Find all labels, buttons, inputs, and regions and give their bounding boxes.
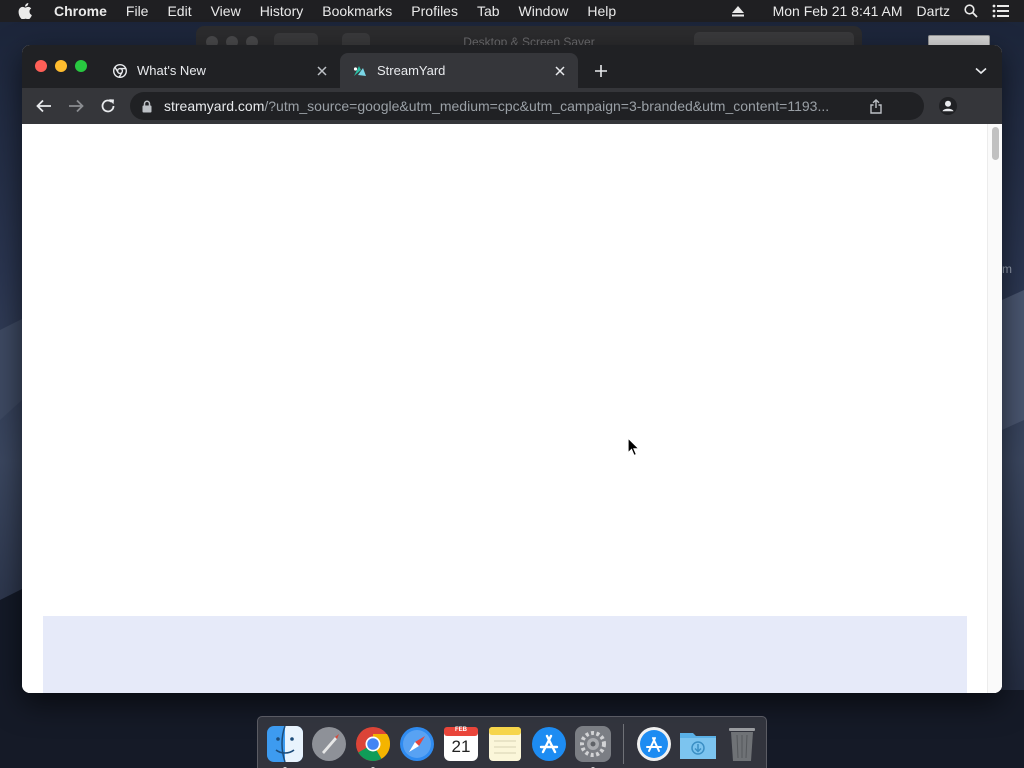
hero-section bbox=[43, 616, 967, 693]
tab-search-chevron-icon[interactable] bbox=[970, 60, 992, 82]
dock-app-store-download-icon[interactable] bbox=[634, 724, 674, 764]
dock-chrome-icon[interactable] bbox=[353, 724, 393, 768]
forward-button[interactable] bbox=[64, 94, 88, 118]
menu-bar-status: Mon Feb 21 8:41 AM Dartz bbox=[731, 0, 1024, 22]
menu-edit[interactable]: Edit bbox=[167, 3, 191, 19]
mouse-cursor-icon bbox=[627, 437, 641, 457]
browser-toolbar: streamyard.com/?utm_source=google&utm_me… bbox=[22, 88, 1002, 124]
tab-streamyard[interactable]: StreamYard bbox=[340, 53, 578, 88]
dock-trash-icon[interactable] bbox=[722, 724, 762, 764]
eject-icon[interactable] bbox=[731, 5, 745, 17]
menu-bar: Chrome File Edit View History Bookmarks … bbox=[0, 0, 1024, 22]
dock-safari-icon[interactable] bbox=[397, 724, 437, 764]
share-icon[interactable] bbox=[868, 98, 884, 114]
close-tab-icon[interactable] bbox=[314, 63, 330, 79]
menu-view[interactable]: View bbox=[211, 3, 241, 19]
calendar-month: FEB bbox=[455, 727, 467, 733]
control-center-icon[interactable] bbox=[992, 4, 1010, 18]
menu-user[interactable]: Dartz bbox=[917, 3, 950, 19]
menu-help[interactable]: Help bbox=[587, 3, 616, 19]
chrome-window: What's New StreamYard streamyard.com/?ut… bbox=[22, 45, 1002, 693]
menu-tab[interactable]: Tab bbox=[477, 3, 500, 19]
menu-bookmarks[interactable]: Bookmarks bbox=[322, 3, 392, 19]
address-bar[interactable]: streamyard.com/?utm_source=google&utm_me… bbox=[130, 92, 924, 120]
streamyard-icon bbox=[352, 63, 368, 79]
close-window-button[interactable] bbox=[35, 60, 47, 72]
tab-title: What's New bbox=[137, 63, 206, 78]
tab-strip: What's New StreamYard bbox=[22, 45, 1002, 88]
dock: FEB 21 bbox=[257, 716, 767, 768]
close-tab-icon[interactable] bbox=[552, 63, 568, 79]
menu-app-name[interactable]: Chrome bbox=[54, 3, 107, 19]
lock-icon[interactable] bbox=[142, 100, 156, 113]
dock-separator bbox=[623, 724, 624, 764]
dock-app-store-icon[interactable] bbox=[529, 724, 569, 764]
dock-notes-icon[interactable] bbox=[485, 724, 525, 764]
tab-whats-new[interactable]: What's New bbox=[100, 53, 340, 88]
dock-calendar-icon[interactable]: FEB 21 bbox=[441, 724, 481, 764]
menu-history[interactable]: History bbox=[260, 3, 304, 19]
menu-profiles[interactable]: Profiles bbox=[411, 3, 458, 19]
menu-datetime[interactable]: Mon Feb 21 8:41 AM bbox=[773, 3, 903, 19]
url-host: streamyard.com bbox=[164, 98, 265, 114]
reload-button[interactable] bbox=[96, 94, 120, 118]
url-text[interactable]: streamyard.com/?utm_source=google&utm_me… bbox=[164, 98, 854, 114]
spotlight-search-icon[interactable] bbox=[964, 4, 978, 18]
url-path: /?utm_source=google&utm_medium=cpc&utm_c… bbox=[264, 98, 830, 114]
dock-downloads-folder-icon[interactable] bbox=[678, 724, 718, 764]
menu-file[interactable]: File bbox=[126, 3, 149, 19]
apple-menu-icon[interactable] bbox=[18, 3, 38, 19]
calendar-day: 21 bbox=[451, 737, 471, 756]
profile-avatar-icon[interactable] bbox=[936, 94, 960, 118]
vertical-scrollbar[interactable] bbox=[987, 124, 1002, 693]
dock-finder-icon[interactable] bbox=[265, 724, 305, 768]
page-content[interactable] bbox=[22, 124, 1002, 693]
zoom-window-button[interactable] bbox=[75, 60, 87, 72]
back-button[interactable] bbox=[32, 94, 56, 118]
window-controls bbox=[35, 60, 87, 72]
new-tab-button[interactable] bbox=[590, 60, 612, 82]
dock-system-preferences-icon[interactable] bbox=[573, 724, 613, 768]
dock-launchpad-icon[interactable] bbox=[309, 724, 349, 764]
chrome-icon bbox=[112, 63, 128, 79]
desktop-side-text: m bbox=[1002, 262, 1012, 276]
scrollbar-thumb[interactable] bbox=[992, 127, 999, 160]
menu-window[interactable]: Window bbox=[519, 3, 569, 19]
tab-title: StreamYard bbox=[377, 63, 446, 78]
minimize-window-button[interactable] bbox=[55, 60, 67, 72]
